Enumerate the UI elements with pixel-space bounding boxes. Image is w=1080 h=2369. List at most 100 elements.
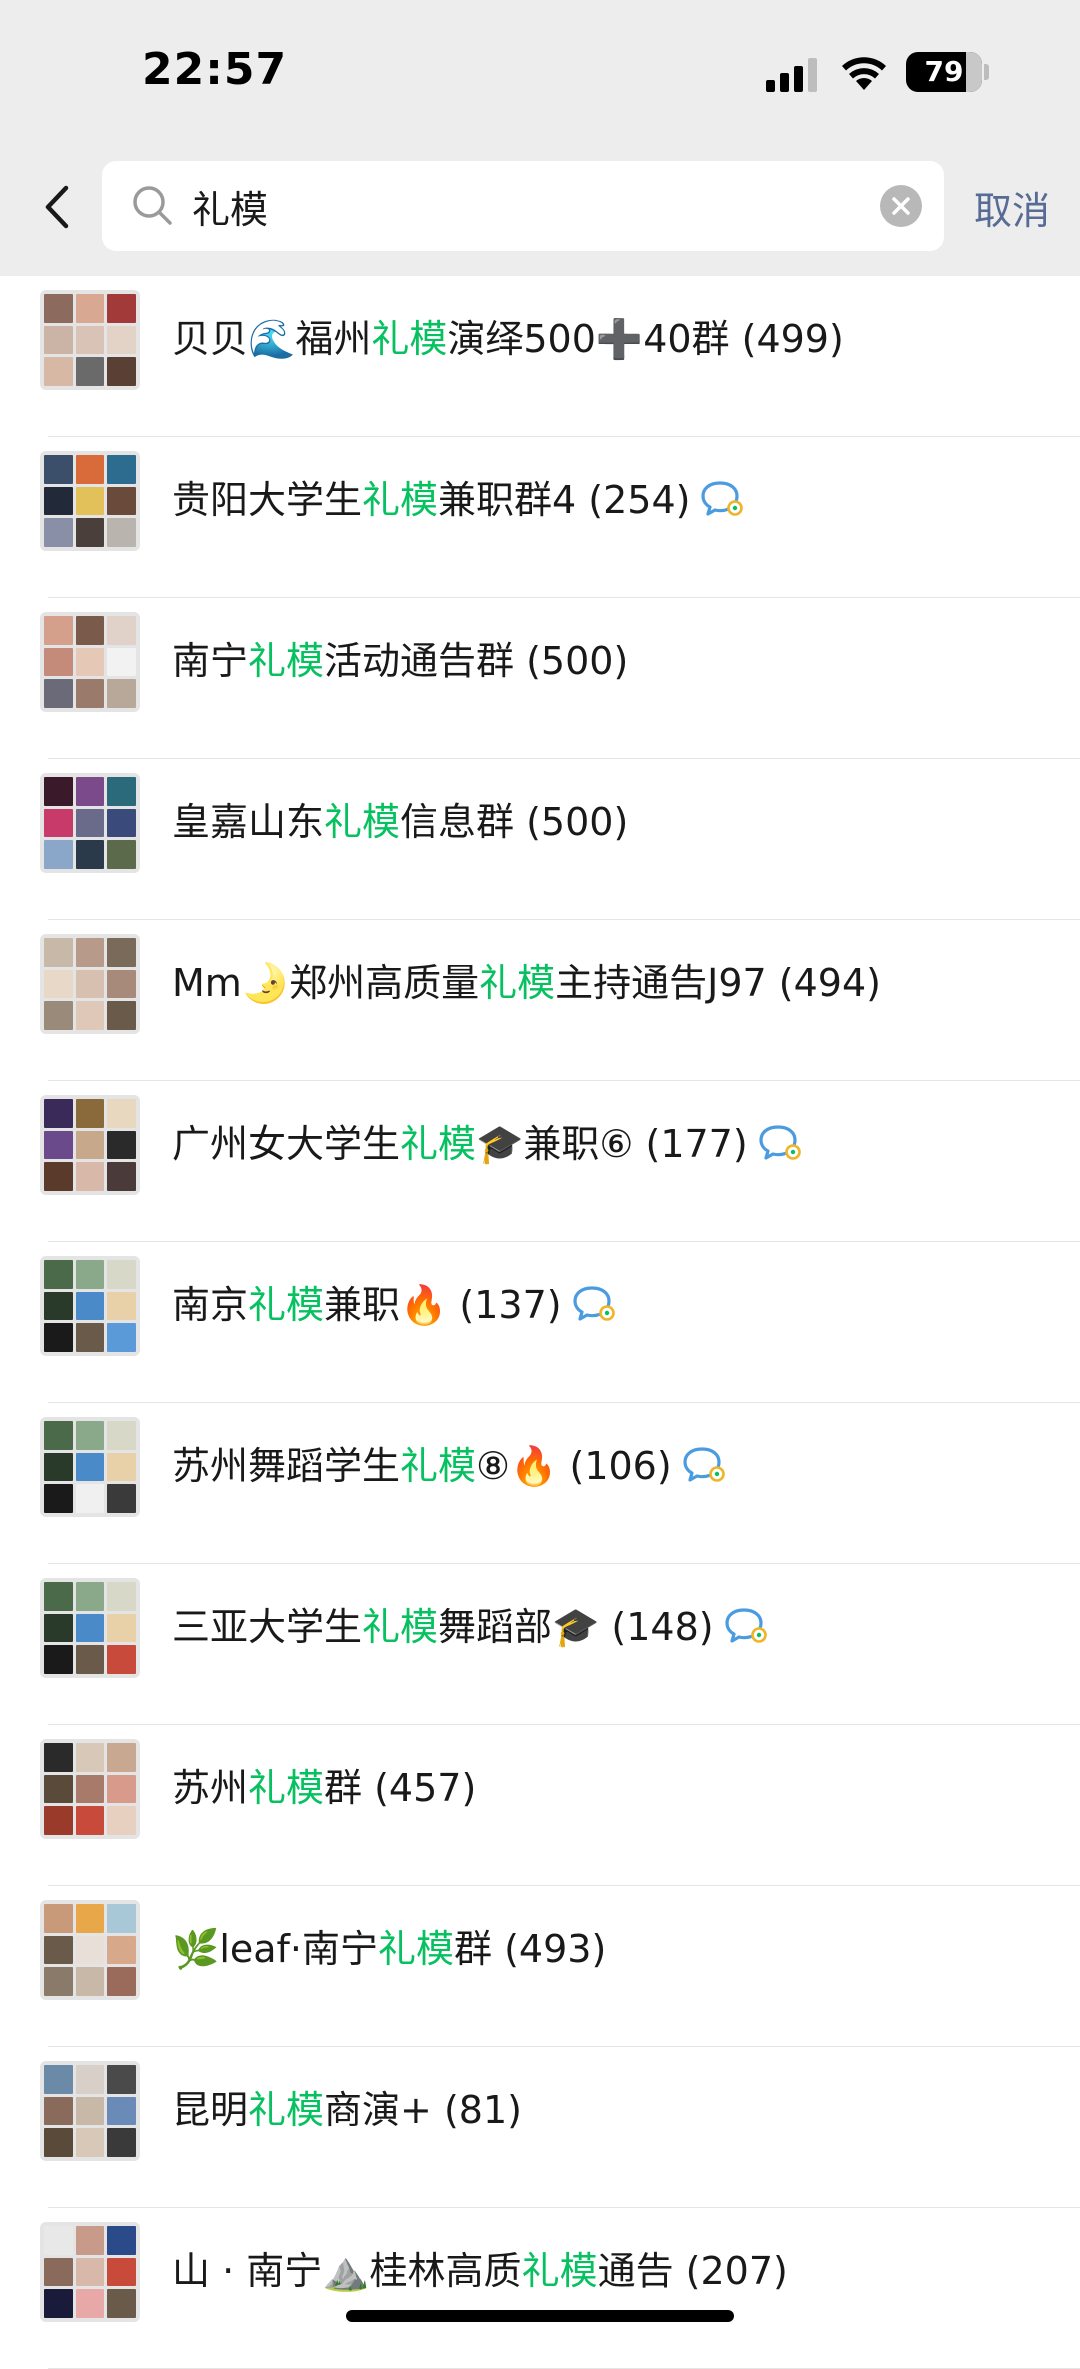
avatar-tile [75,1774,105,1804]
avatar-tile [107,1806,136,1835]
search-header: 取消 [0,150,1080,276]
search-input[interactable] [192,161,852,251]
clear-search-button[interactable] [880,185,922,227]
avatar-tile [107,808,136,838]
avatar-tile [44,1484,73,1513]
title-text: 苏州 [172,1766,249,1810]
avatar-tile [44,2289,73,2318]
result-row[interactable]: 广州女大学生礼模🎓兼职⑥ (177) [0,1081,1080,1242]
avatar-tile [75,1162,105,1191]
close-icon [892,197,910,215]
avatar-tile [75,1904,105,1933]
avatar-tile [75,1582,105,1611]
keyword-highlight: 礼模 [248,1766,325,1810]
avatar-tile [75,1452,105,1482]
keyword-highlight: 礼模 [248,639,325,683]
avatar-tile [107,840,136,869]
chat-bubble-icon [700,479,746,519]
avatar-tile [44,1806,73,1835]
avatar-tile [107,486,136,516]
title-text: 兼职🔥 (137) [324,1283,562,1327]
avatar-tile [44,1001,73,1030]
cancel-button[interactable]: 取消 [974,180,1050,235]
result-title: 南宁礼模活动通告群 (500) [172,636,1052,686]
chat-bubble-icon [572,1284,618,1324]
avatar-tile [75,1130,105,1160]
avatar-tile [107,2257,136,2287]
title-text: 南京 [172,1283,249,1327]
result-row[interactable]: 昆明礼模商演+ (81) [0,2047,1080,2208]
title-text: 南宁 [172,639,249,683]
group-avatar [40,290,140,390]
avatar-tile [44,808,73,838]
avatar-tile [44,294,73,323]
avatar-tile [75,1099,105,1128]
result-row[interactable]: 贝贝🌊福州礼模演绎500➕40群 (499) [0,276,1080,437]
avatar-tile [107,1743,136,1772]
avatar-tile [75,518,105,547]
result-row[interactable]: 三亚大学生礼模舞蹈部🎓 (148) [0,1564,1080,1725]
chat-bubble-icon [682,1445,728,1485]
result-row[interactable]: 🌿leaf·南宁礼模群 (493) [0,1886,1080,2047]
avatar-tile [75,1935,105,1965]
avatar-tile [44,1967,73,1996]
avatar-tile [107,1001,136,1030]
avatar-tile [44,1613,73,1643]
group-avatar [40,1900,140,2000]
avatar-tile [75,969,105,999]
wifi-icon [842,57,886,90]
avatar-tile [44,1935,73,1965]
result-title: 山 · 南宁⛰️桂林高质礼模通告 (207) [172,2246,1052,2296]
avatar-tile [75,357,105,386]
avatar-tile [75,1001,105,1030]
avatar-tile [44,518,73,547]
result-title: 🌿leaf·南宁礼模群 (493) [172,1924,1052,1974]
avatar-tile [44,1421,73,1450]
result-title: 广州女大学生礼模🎓兼职⑥ (177) [172,1119,1052,1169]
avatar-tile [107,2226,136,2255]
group-avatar [40,2222,140,2322]
avatar-tile [107,325,136,355]
group-avatar [40,2061,140,2161]
avatar-tile [107,969,136,999]
group-avatar [40,1256,140,1356]
result-row[interactable]: 山 · 南宁⛰️桂林高质礼模通告 (207) [0,2208,1080,2369]
avatar-tile [75,1743,105,1772]
result-row[interactable]: 皇嘉山东礼模信息群 (500) [0,759,1080,920]
avatar-tile [107,294,136,323]
keyword-highlight: 礼模 [324,800,401,844]
avatar-tile [107,2065,136,2094]
avatar-tile [44,1260,73,1289]
title-text: 主持通告J97 (494) [555,961,881,1005]
title-text: 演绎500➕40群 (499) [447,317,844,361]
result-row[interactable]: 南宁礼模活动通告群 (500) [0,598,1080,759]
avatar-tile [44,2128,73,2157]
avatar-tile [44,1645,73,1674]
avatar-tile [75,1613,105,1643]
back-button[interactable] [30,172,90,242]
keyword-highlight: 礼模 [248,1283,325,1327]
search-box[interactable] [102,161,944,251]
avatar-tile [75,679,105,708]
avatar-tile [75,455,105,484]
result-row[interactable]: Mm🌛郑州高质量礼模主持通告J97 (494) [0,920,1080,1081]
result-row[interactable]: 南京礼模兼职🔥 (137) [0,1242,1080,1403]
group-avatar [40,1739,140,1839]
result-title: 三亚大学生礼模舞蹈部🎓 (148) [172,1602,1052,1652]
result-row[interactable]: 苏州礼模群 (457) [0,1725,1080,1886]
avatar-tile [107,1323,136,1352]
title-text: 商演+ (81) [324,2088,522,2132]
avatar-tile [107,1130,136,1160]
result-row[interactable]: 苏州舞蹈学生礼模⑧🔥 (106) [0,1403,1080,1564]
title-text: 活动通告群 (500) [324,639,629,683]
group-avatar [40,934,140,1034]
result-row[interactable]: 贵阳大学生礼模兼职群4 (254) [0,437,1080,598]
avatar-tile [75,1806,105,1835]
title-text: ⑧🔥 (106) [476,1444,672,1488]
avatar-tile [107,1774,136,1804]
title-text: 通告 (207) [597,2249,788,2293]
avatar-tile [107,357,136,386]
result-title: 贝贝🌊福州礼模演绎500➕40群 (499) [172,314,1052,364]
avatar-tile [44,969,73,999]
avatar-tile [75,1645,105,1674]
